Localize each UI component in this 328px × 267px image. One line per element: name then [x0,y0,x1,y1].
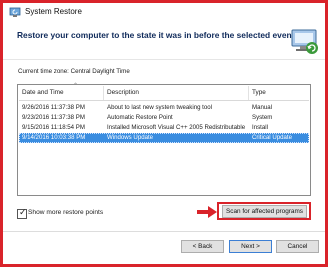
column-description[interactable]: Description [107,89,139,96]
next-button[interactable]: Next > [229,240,272,253]
restore-computer-icon [291,29,318,54]
show-more-checkbox[interactable]: ✓ [17,207,27,219]
column-date[interactable]: Date and Time [22,89,64,96]
row-type: Manual [252,104,272,111]
column-divider [248,86,249,100]
show-more-label[interactable]: Show more restore points [28,209,103,216]
row-description: Automatic Restore Point [107,114,173,121]
footer-divider [3,231,325,232]
list-header: Date and Time ⌃ Description Type [19,83,309,101]
table-row[interactable]: 9/23/2016 11:37:38 PM Automatic Restore … [19,113,309,123]
row-description: About to last new system tweaking tool [107,104,213,111]
checkmark-icon: ✓ [19,207,27,217]
row-date: 9/26/2016 11:37:38 PM [22,104,85,111]
sort-caret-icon: ⌃ [73,83,79,89]
row-type: Critical Update [252,134,292,141]
system-restore-icon [9,7,21,17]
arrow-right-icon [197,206,217,218]
page-title: Restore your computer to the state it wa… [17,30,295,40]
back-button[interactable]: < Back [181,240,224,253]
row-date: 9/15/2016 11:18:54 PM [22,124,85,131]
table-row[interactable]: 9/26/2016 11:37:38 PM About to last new … [19,103,309,113]
table-row[interactable]: 9/15/2016 11:18:54 PM Installed Microsof… [19,123,309,133]
table-row-selected[interactable]: 9/14/2016 10:03:38 PM Windows Update Cri… [19,133,309,143]
column-divider [103,86,104,100]
title-bar: System Restore [3,3,325,21]
scan-affected-programs-button[interactable]: Scan for affected programs [222,205,307,218]
header-divider [3,59,325,60]
row-description: Windows Update [107,134,154,141]
row-type: Install [252,124,268,131]
row-description: Installed Microsoft Visual C++ 2005 Redi… [107,124,246,131]
timezone-label: Current time zone: Central Daylight Time [18,68,130,75]
restore-points-list[interactable]: Date and Time ⌃ Description Type 9/26/20… [17,83,311,196]
wizard-header: Restore your computer to the state it wa… [3,21,325,59]
column-type[interactable]: Type [252,89,266,96]
window-title: System Restore [25,7,82,16]
cancel-button[interactable]: Cancel [276,240,319,253]
row-type: System [252,114,273,121]
row-date: 9/23/2016 11:37:38 PM [22,114,85,121]
row-date: 9/14/2016 10:03:38 PM [22,134,86,141]
